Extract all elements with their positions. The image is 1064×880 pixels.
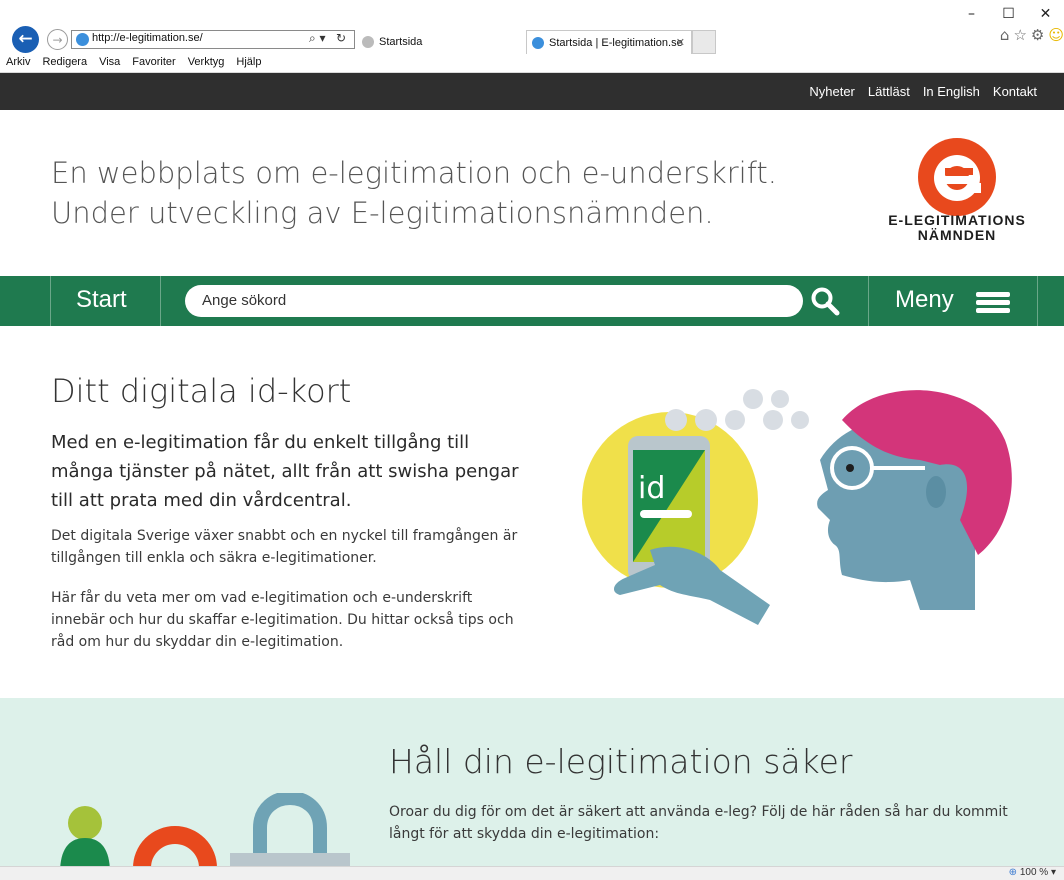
loading-icon <box>362 36 374 48</box>
favorites-star-icon[interactable]: ☆ <box>1013 26 1026 44</box>
zoom-level[interactable]: ⊕ 100 % ▾ <box>1009 867 1056 878</box>
hero-illustration: id <box>582 389 1012 625</box>
ie-tab-icon <box>532 37 544 49</box>
menu-verktyg[interactable]: Verktyg <box>188 56 231 72</box>
tab-startsida[interactable]: Startsida <box>357 30 522 54</box>
hero-paragraph-2: Här får du veta mer om vad e-legitimatio… <box>51 590 514 650</box>
site-tagline: En webbplats om e-legitimation och e-und… <box>51 153 777 233</box>
address-bar[interactable]: http://e-legitimation.se/ ⌕ ▾ ↻ <box>71 30 355 49</box>
search-box[interactable] <box>185 285 803 317</box>
safety-text: Oroar du dig för om det är säkert att an… <box>389 804 1008 842</box>
menu-label[interactable]: Meny <box>895 286 954 314</box>
logo-line-1: E-LEGITIMATIONS <box>888 212 1026 228</box>
status-bar: ⊕ 100 % ▾ <box>0 866 1064 880</box>
tab-close-icon[interactable]: ✕ <box>676 31 685 55</box>
browser-chrome: – ☐ ✕ ← → http://e-legitimation.se/ ⌕ ▾ … <box>0 0 1064 73</box>
tagline-line-1: En webbplats om e-legitimation och e-und… <box>51 156 778 190</box>
tab-label: Startsida <box>379 36 423 48</box>
ie-icon <box>76 33 89 46</box>
menu-arkiv[interactable]: Arkiv <box>6 56 36 72</box>
link-nyheter[interactable]: Nyheter <box>809 84 855 99</box>
person-body-shape <box>60 838 110 868</box>
person-head-shape <box>68 806 102 840</box>
menu-hjalp[interactable]: Hjälp <box>236 56 267 72</box>
nav-divider <box>1037 276 1038 326</box>
zoom-value: 100 % <box>1019 867 1049 878</box>
link-in-english[interactable]: In English <box>923 84 980 99</box>
nav-divider <box>160 276 161 326</box>
new-tab-button[interactable] <box>692 30 716 54</box>
window-controls: – ☐ ✕ <box>953 4 1064 24</box>
tab-active[interactable]: Startsida | E-legitimation.se ✕ <box>526 30 692 54</box>
back-button[interactable]: ← <box>12 26 39 53</box>
safety-title: Håll din e-legitimation säker <box>389 742 853 781</box>
nav-divider <box>868 276 869 326</box>
nav-divider <box>50 276 51 326</box>
main-navigation: Start Meny <box>0 276 1064 326</box>
orange-ring-shape <box>133 826 217 868</box>
safety-illustration <box>60 793 350 868</box>
home-icon[interactable]: ⌂ <box>1000 26 1010 44</box>
menu-redigera[interactable]: Redigera <box>42 56 93 72</box>
smiley-icon[interactable]: ☺ <box>1048 26 1064 44</box>
e-logo-icon[interactable] <box>918 138 996 216</box>
site-top-bar: Nyheter Lättläst In English Kontakt <box>0 73 1064 110</box>
logo-line-2: NÄMNDEN <box>917 227 997 243</box>
close-icon[interactable]: ✕ <box>1027 4 1064 24</box>
search-input[interactable] <box>200 291 784 310</box>
hamburger-icon[interactable] <box>976 292 1010 314</box>
hero-title: Ditt digitala id-kort <box>51 372 352 410</box>
toolbar-icons: ⌂ ☆ ⚙ ☺ <box>1000 26 1064 44</box>
link-kontakt[interactable]: Kontakt <box>993 84 1037 99</box>
menu-visa[interactable]: Visa <box>99 56 126 72</box>
card-id-text: id <box>638 471 665 506</box>
hero-lead: Med en e-legitimation får du enkelt till… <box>51 432 519 511</box>
menu-bar: Arkiv Redigera Visa Favoriter Verktyg Hj… <box>0 56 267 72</box>
zoom-icon: ⊕ <box>1008 867 1018 878</box>
maximize-icon[interactable]: ☐ <box>990 4 1027 24</box>
logo-text[interactable]: E-LEGITIMATIONS NÄMNDEN <box>881 213 1033 243</box>
nav-start-link[interactable]: Start <box>76 286 127 314</box>
padlock-icon <box>253 793 327 855</box>
tagline-line-2: Under utveckling av E-legitimationsnämnd… <box>51 196 714 230</box>
link-lattlast[interactable]: Lättläst <box>868 84 910 99</box>
top-links: Nyheter Lättläst In English Kontakt <box>809 73 1037 110</box>
search-dropdown-icon[interactable]: ⌕ ▾ <box>309 31 326 46</box>
forward-button[interactable]: → <box>47 29 68 50</box>
minimize-icon[interactable]: – <box>953 4 990 24</box>
hero-paragraph-1: Det digitala Sverige växer snabbt och en… <box>51 528 518 566</box>
menu-favoriter[interactable]: Favoriter <box>132 56 181 72</box>
address-url[interactable]: http://e-legitimation.se/ <box>92 32 203 44</box>
search-icon[interactable] <box>810 286 840 316</box>
settings-gear-icon[interactable]: ⚙ <box>1031 26 1044 44</box>
refresh-icon[interactable]: ↻ <box>336 31 346 45</box>
safety-section: Håll din e-legitimation säker Oroar du d… <box>0 698 1064 868</box>
tab-label: Startsida | E-legitimation.se <box>549 37 683 49</box>
